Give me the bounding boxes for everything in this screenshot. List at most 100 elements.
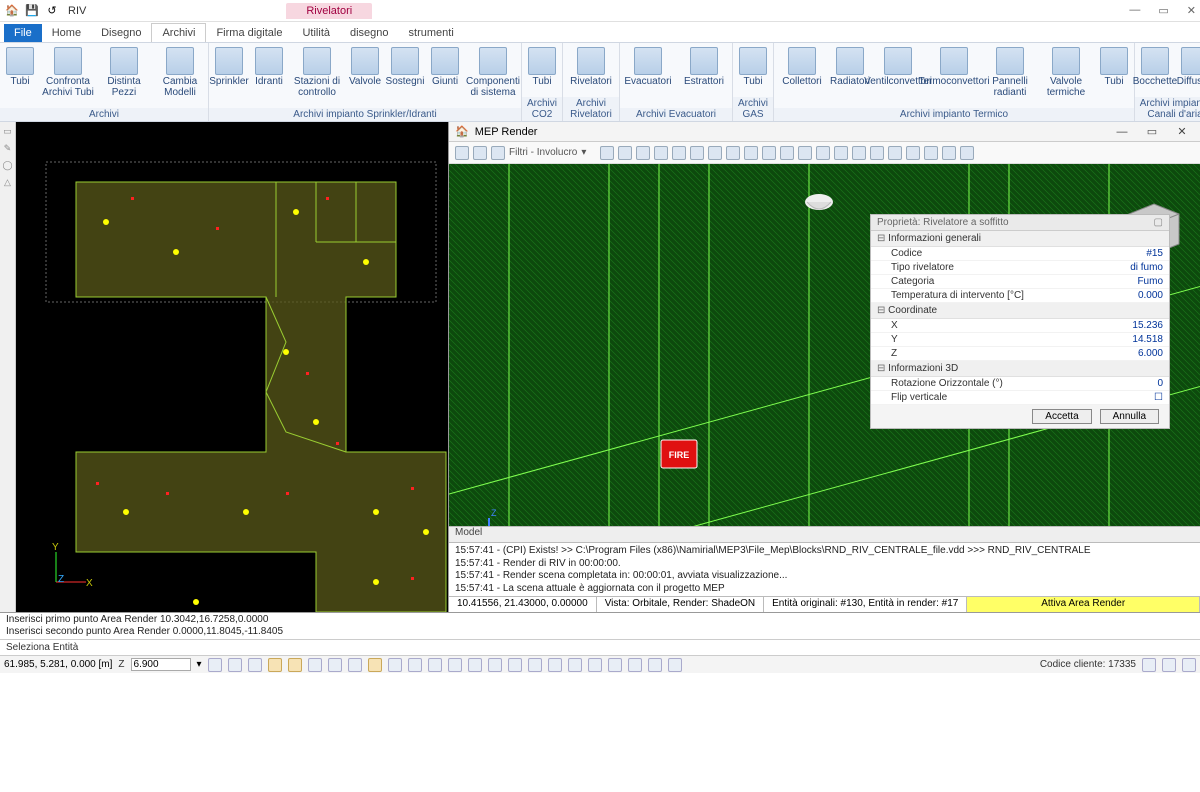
property-row[interactable]: Tipo rivelatoredi fumo: [871, 261, 1169, 275]
property-row[interactable]: Rotazione Orizzontale (°)0: [871, 377, 1169, 391]
chevron-down-icon[interactable]: ▾: [197, 659, 202, 670]
toolbar-icon[interactable]: [672, 146, 686, 160]
tab-file[interactable]: File: [4, 24, 42, 42]
status-tool-icon[interactable]: [268, 658, 282, 672]
tool-icon[interactable]: ◯: [2, 160, 12, 171]
status-highlight[interactable]: Attiva Area Render: [967, 597, 1200, 612]
ribbon-button[interactable]: Valvole termiche: [1038, 43, 1094, 108]
cancel-button[interactable]: Annulla: [1100, 409, 1159, 424]
toolbar-icon[interactable]: [618, 146, 632, 160]
status-tool-icon[interactable]: [248, 658, 262, 672]
ribbon-button[interactable]: Cambia Modelli: [152, 43, 208, 108]
tab-firma digitale[interactable]: Firma digitale: [206, 24, 292, 42]
toolbar-icon[interactable]: [762, 146, 776, 160]
status-tool-icon[interactable]: [308, 658, 322, 672]
status-tool-icon[interactable]: [1142, 658, 1156, 672]
toolbar-icon[interactable]: [924, 146, 938, 160]
toolbar-icon[interactable]: [654, 146, 668, 160]
render-close-button[interactable]: ✕: [1170, 125, 1194, 138]
property-row[interactable]: CategoriaFumo: [871, 275, 1169, 289]
toolbar-icon[interactable]: [708, 146, 722, 160]
toolbar-icon[interactable]: [780, 146, 794, 160]
tool-icon[interactable]: △: [4, 177, 11, 188]
save-icon[interactable]: 💾: [24, 3, 40, 19]
property-section[interactable]: Informazioni 3D: [871, 361, 1169, 377]
ribbon-button[interactable]: Sostegni: [385, 43, 425, 108]
status-tool-icon[interactable]: [548, 658, 562, 672]
toolbar-icon[interactable]: [690, 146, 704, 160]
toolbar-icon[interactable]: [636, 146, 650, 160]
property-row[interactable]: X15.236: [871, 319, 1169, 333]
render-viewport[interactable]: FIRE Z X Y Proprietà: Rivelatore a soffi…: [449, 164, 1200, 526]
z-input[interactable]: [131, 658, 191, 671]
ribbon-button[interactable]: Giunti: [425, 43, 465, 108]
status-tool-icon[interactable]: [328, 658, 342, 672]
status-tool-icon[interactable]: [528, 658, 542, 672]
status-tool-icon[interactable]: [1182, 658, 1196, 672]
toolbar-icon[interactable]: [726, 146, 740, 160]
tab-strumenti[interactable]: strumenti: [399, 24, 464, 42]
ribbon-button[interactable]: Estrattori: [676, 43, 732, 108]
property-row[interactable]: Codice#15: [871, 247, 1169, 261]
status-tool-icon[interactable]: [348, 658, 362, 672]
tab-home[interactable]: Home: [42, 24, 91, 42]
status-tool-icon[interactable]: [388, 658, 402, 672]
ribbon-button[interactable]: Evacuatori: [620, 43, 676, 108]
undo-icon[interactable]: ↺: [44, 3, 60, 19]
status-tool-icon[interactable]: [408, 658, 422, 672]
toolbar-icon[interactable]: [473, 146, 487, 160]
ribbon-button[interactable]: Collettori: [774, 43, 830, 108]
property-section[interactable]: Informazioni generali: [871, 231, 1169, 247]
tool-icon[interactable]: ▭: [3, 126, 12, 137]
ribbon-button[interactable]: Stazioni di controllo: [289, 43, 345, 108]
render-maximize-button[interactable]: ▭: [1140, 125, 1164, 138]
tab-disegno[interactable]: disegno: [340, 24, 399, 42]
ribbon-button[interactable]: Tubi: [0, 43, 40, 108]
status-tool-icon[interactable]: [208, 658, 222, 672]
status-tool-icon[interactable]: [428, 658, 442, 672]
toolbar-icon[interactable]: [455, 146, 469, 160]
toolbar-icon[interactable]: [942, 146, 956, 160]
tab-utilità[interactable]: Utilità: [292, 24, 340, 42]
ribbon-button[interactable]: Distinta Pezzi: [96, 43, 152, 108]
ribbon-button[interactable]: Tubi: [733, 43, 773, 97]
ribbon-button[interactable]: Sprinkler: [209, 43, 249, 108]
status-tool-icon[interactable]: [228, 658, 242, 672]
property-row[interactable]: Z6.000: [871, 347, 1169, 361]
plan-viewport[interactable]: Y X Z: [16, 122, 448, 612]
ribbon-button[interactable]: Tubi: [1094, 43, 1134, 108]
toolbar-icon[interactable]: [798, 146, 812, 160]
status-tool-icon[interactable]: [648, 658, 662, 672]
ribbon-button[interactable]: Termoconvettori: [926, 43, 982, 108]
ribbon-button[interactable]: Componenti di sistema: [465, 43, 521, 108]
property-row[interactable]: Temperatura di intervento [°C]0.000: [871, 289, 1169, 303]
ribbon-button[interactable]: Pannelli radianti: [982, 43, 1038, 108]
toolbar-icon[interactable]: [906, 146, 920, 160]
chevron-down-icon[interactable]: ▾: [581, 147, 586, 158]
toolbar-icon[interactable]: [852, 146, 866, 160]
command-prompt[interactable]: Seleziona Entità: [0, 639, 1200, 655]
save-icon[interactable]: [960, 146, 974, 160]
toolbar-icon[interactable]: [600, 146, 614, 160]
status-tool-icon[interactable]: [368, 658, 382, 672]
status-tool-icon[interactable]: [668, 658, 682, 672]
model-tab[interactable]: Model: [449, 526, 1200, 542]
ribbon-button[interactable]: Confronta Archivi Tubi: [40, 43, 96, 108]
status-tool-icon[interactable]: [608, 658, 622, 672]
status-tool-icon[interactable]: [568, 658, 582, 672]
ribbon-button[interactable]: Rivelatori: [563, 43, 619, 97]
status-tool-icon[interactable]: [588, 658, 602, 672]
property-row[interactable]: Y14.518: [871, 333, 1169, 347]
status-tool-icon[interactable]: [488, 658, 502, 672]
status-tool-icon[interactable]: [468, 658, 482, 672]
tab-archivi[interactable]: Archivi: [151, 23, 206, 42]
ribbon-button[interactable]: Idranti: [249, 43, 289, 108]
property-row[interactable]: Flip verticale☐: [871, 391, 1169, 405]
ribbon-button[interactable]: Tubi: [522, 43, 562, 97]
toolbar-icon[interactable]: [834, 146, 848, 160]
tool-icon[interactable]: ✎: [4, 143, 12, 154]
filter-dropdown[interactable]: Filtri - Involucro: [509, 147, 577, 158]
ribbon-button[interactable]: Bocchette: [1135, 43, 1175, 97]
ribbon-button[interactable]: Diffusori: [1175, 43, 1200, 97]
property-section[interactable]: Coordinate: [871, 303, 1169, 319]
